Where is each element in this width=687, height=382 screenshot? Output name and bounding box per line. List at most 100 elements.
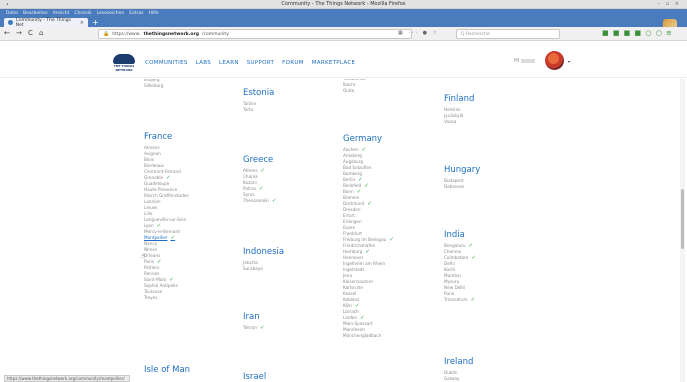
country-heading[interactable]: Finland <box>444 94 540 104</box>
community-name: Tallinn <box>243 101 257 106</box>
cloud-logo-icon <box>113 54 135 64</box>
user-menu-caret-icon[interactable]: ▾ <box>568 59 570 64</box>
community-name: Amiens <box>144 145 160 150</box>
menu-item-extras[interactable]: Extras <box>129 11 143 16</box>
scrollbar-thumb[interactable] <box>681 189 684 249</box>
community-name: Thessaloniki <box>243 198 269 203</box>
community-name: Athens <box>243 168 258 173</box>
menu-item-lesezeichen[interactable]: Lesezeichen <box>97 11 125 16</box>
community-name: Nancy <box>144 241 158 246</box>
checkmark-icon: ✓ <box>367 201 372 207</box>
tab-label: Community - The Things Net <box>15 17 71 28</box>
nav-forum[interactable]: FORUM <box>282 60 304 66</box>
community-name: Bremen <box>343 195 360 200</box>
country-heading[interactable]: France <box>144 132 240 142</box>
ttn-logo[interactable]: THE THINGS NETWORK <box>111 54 137 74</box>
window-titlebar: • Community - The Things Network - Mozil… <box>0 0 687 9</box>
country-heading[interactable]: Israel <box>243 372 339 382</box>
url-bar[interactable]: 🔒 https://www. thethingsnetwork.org/commu… <box>98 29 412 39</box>
community-link[interactable]: Surabaya <box>243 266 339 272</box>
window-controls[interactable]: – ▫ × <box>658 1 681 7</box>
url-action-icons[interactable]: ▦ ··· ● ☆ <box>398 30 439 36</box>
checkmark-icon: ✓ <box>259 186 264 192</box>
site-header: THE THINGS NETWORK COMMUNITIES LABS LEAR… <box>0 42 687 78</box>
community-name: Chennai <box>444 249 462 254</box>
community-name: Augsburg <box>343 159 363 164</box>
browser-tab[interactable]: Community - The Things Net × <box>4 17 88 28</box>
country-block: TessalonikiIbarraQuito <box>343 79 439 94</box>
home-icon[interactable]: ⌂ <box>39 29 43 37</box>
country-heading[interactable]: Ireland <box>444 357 540 367</box>
community-link[interactable]: Mönchengladbach <box>343 333 439 339</box>
community-name: Ingelheim am Rhein <box>343 261 386 266</box>
tab-favicon-icon <box>8 20 13 25</box>
menu-item-ansicht[interactable]: Ansicht <box>53 11 70 16</box>
checkmark-icon: ✓ <box>361 147 367 153</box>
country-heading[interactable]: Hungary <box>444 165 540 175</box>
tab-close-icon[interactable]: × <box>80 20 84 26</box>
nav-marketplace[interactable]: MARKETPLACE <box>312 60 356 66</box>
country-heading[interactable]: Indonesia <box>243 247 339 257</box>
checkmark-icon: ✓ <box>468 243 474 249</box>
community-name: Syros <box>243 192 255 197</box>
community-name: Budapest <box>444 178 464 183</box>
nav-learn[interactable]: LEARN <box>219 60 239 66</box>
community-name: Poitiers <box>144 265 160 270</box>
menu-item-hilfe[interactable]: Hilfe <box>148 11 158 16</box>
community-name: Mumbai <box>444 273 461 278</box>
community-name: Jena <box>343 273 353 278</box>
community-name: Jakarta <box>243 260 258 265</box>
community-name: Mönchengladbach <box>343 333 382 338</box>
country-block: Hungary Budapest Debrecen <box>444 165 540 190</box>
country-heading[interactable]: Iran <box>243 312 339 322</box>
country-block: Indonesia Jakarta Surabaya <box>243 247 339 272</box>
mouse-cursor-icon: ☝ <box>141 252 146 260</box>
community-link[interactable]: Silkeborg <box>144 83 240 89</box>
nav-support[interactable]: SUPPORT <box>247 60 274 66</box>
menu-item-chronik[interactable]: Chronik <box>74 11 91 16</box>
community-name: Troyes <box>144 295 158 300</box>
community-link[interactable]: Galway <box>444 376 540 382</box>
country-heading[interactable]: Estonia <box>243 88 339 98</box>
community-name: Bamberg <box>343 171 363 176</box>
country-heading[interactable]: Isle of Man <box>144 365 240 375</box>
community-link[interactable]: Vaasa <box>444 119 540 125</box>
search-input[interactable]: Q Recherche <box>456 29 560 39</box>
country-heading[interactable]: Greece <box>243 155 339 165</box>
back-arrow-icon[interactable]: ← <box>4 29 10 37</box>
avatar[interactable] <box>545 51 564 70</box>
community-name: Arnsberg <box>343 153 362 158</box>
user-greeting[interactable]: HI <box>514 58 536 64</box>
new-tab-button[interactable]: + <box>92 18 99 27</box>
country-heading[interactable]: Germany <box>343 134 439 144</box>
community-link[interactable]: Trivandrum ✓ <box>444 297 540 303</box>
reload-icon[interactable]: C <box>28 29 33 37</box>
community-link[interactable]: Debrecen <box>444 184 540 190</box>
community-name: Erlangen <box>343 219 362 224</box>
country-block: Germany Aachen ✓ Arnsberg Augsburg Bad Salzuf… <box>343 134 439 339</box>
checkmark-icon: ✓ <box>260 325 265 331</box>
community-link[interactable]: Troyes <box>144 295 240 301</box>
community-link[interactable]: Quito <box>343 88 439 94</box>
community-link[interactable]: Tehran ✓ <box>243 325 339 331</box>
community-name: Vaasa <box>444 119 457 124</box>
community-name: Nîmes <box>144 247 158 252</box>
country-heading[interactable]: India <box>444 230 540 240</box>
community-link[interactable]: Thessaloniki ✓ <box>243 198 339 204</box>
checkmark-icon: ✓ <box>471 255 476 261</box>
community-name: Main-Spessart <box>343 321 373 326</box>
menu-item-datei[interactable]: Datei <box>6 11 18 16</box>
nav-communities[interactable]: COMMUNITIES <box>145 60 188 66</box>
community-name: Kassel <box>343 291 357 296</box>
page-scrollbar[interactable] <box>680 79 685 382</box>
country-block: Ireland Dublin Galway <box>444 357 540 382</box>
community-name: Tessaloniki <box>343 79 365 81</box>
community-name: Pune <box>444 291 455 296</box>
toolbar-extension-icons[interactable]: ■ ■ ■ ■ ○ ○ ≡ <box>602 29 673 37</box>
nav-labs[interactable]: LABS <box>196 60 211 66</box>
community-link[interactable]: Tartu <box>243 107 339 113</box>
community-name: Bielefeld <box>343 183 362 188</box>
menu-item-bearbeiten[interactable]: Bearbeiten <box>23 11 48 16</box>
community-name: Kaiserslautern <box>343 279 373 284</box>
forward-arrow-icon[interactable]: → <box>16 29 22 37</box>
